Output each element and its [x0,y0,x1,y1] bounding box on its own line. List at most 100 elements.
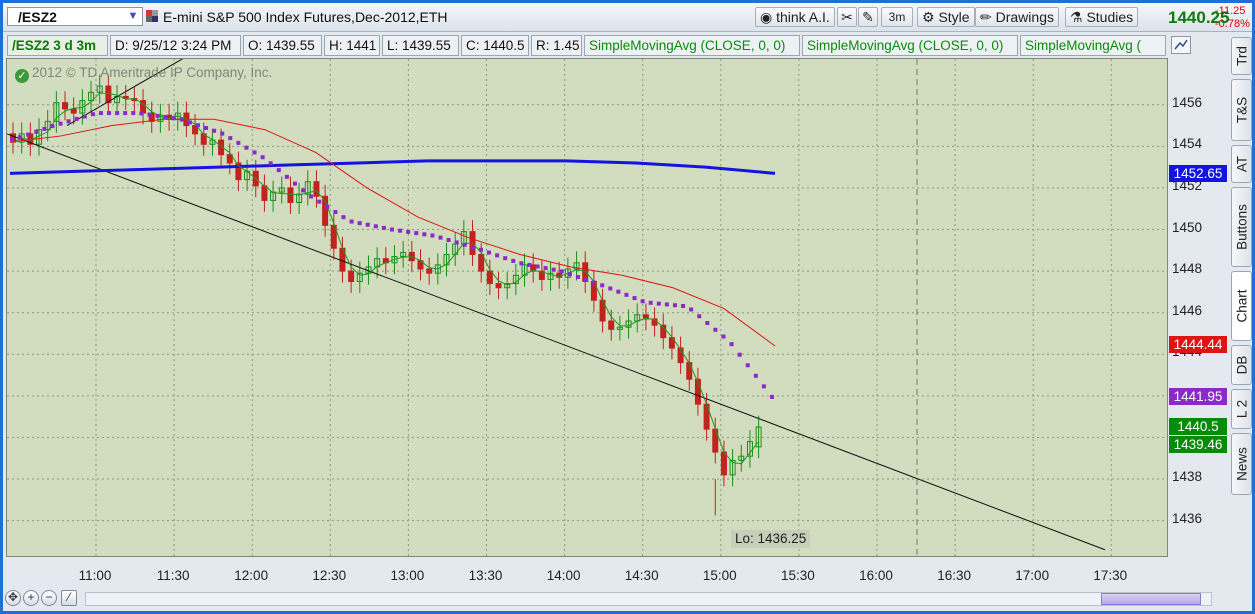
candle-body [608,320,615,330]
side-tab-ts[interactable]: T&S [1231,79,1252,141]
price-tick-label: 1456 [1172,94,1203,110]
sma-purple-dot [34,129,39,134]
side-tab-label: T&S [1234,96,1249,124]
sma-purple-dot [495,253,500,258]
time-tick-label: 15:00 [702,568,737,583]
drawings-label: Drawings [995,9,1054,25]
sma-purple-dot [745,363,750,368]
symbol-selector[interactable]: /ESZ2 ▼ [7,7,143,26]
sma-purple-dot [179,117,184,122]
flag-icon[interactable] [146,10,158,22]
sma-purple-dot [753,373,758,378]
sma-purple-dot [107,111,112,116]
candle-body [313,181,320,197]
chart-settings-icon[interactable] [1171,36,1191,54]
sma-purple-dot [672,303,677,308]
sma-purple-dot [90,112,95,117]
sma-purple-dot [470,245,475,250]
sma-purple-dot [349,219,354,224]
style-button[interactable]: ⚙ Style [917,7,975,27]
sma-red-line [9,118,776,347]
drawing-tool-icon[interactable]: ⁄ [61,590,77,606]
time-axis[interactable]: 11:00 11:30 12:00 12:30 13:00 13:30 14:00 14:30… [6,559,1168,589]
time-tick-label: 13:30 [468,568,503,583]
price-axis[interactable]: 1456145414521450144814461444143814361452… [1168,58,1228,557]
studies-icon: ⚗ [1070,9,1083,25]
chart-canvas[interactable] [6,21,1167,556]
sma-purple-dot [624,292,629,297]
zoom-out-icon[interactable]: − [41,590,57,606]
sma-purple-dot [292,181,297,186]
side-tab-l2[interactable]: L 2 [1231,389,1252,429]
price-tick-label: 1450 [1172,219,1203,235]
horizontal-scrollbar[interactable] [85,592,1212,606]
pencil-icon[interactable]: ✎ [858,7,878,27]
sma-purple-dot [527,262,532,267]
sma-purple-dot [681,304,686,309]
studies-label: Studies [1086,9,1134,25]
sma-purple-dot [761,384,766,389]
time-tick-label: 13:00 [390,568,425,583]
side-tab-news[interactable]: News [1231,433,1252,495]
study-label-sma-2[interactable]: SimpleMovingAvg (CLOSE, 0, 0) [802,35,1018,56]
sma-purple-dot [123,111,128,116]
time-tick-label: 14:30 [624,568,659,583]
time-tick-label: 14:00 [546,568,581,583]
sma-purple-dot [252,150,257,155]
study-label-sma-3[interactable]: SimpleMovingAvg ( [1020,35,1166,56]
side-tab-at[interactable]: AT [1231,145,1252,183]
sma-purple-dot [592,280,597,285]
sma-purple-dot [559,269,564,274]
sma-purple-dot [446,238,451,243]
sma-purple-dot [98,111,103,116]
sma-purple-dot [10,138,14,143]
sma-purple-dot [640,299,645,304]
price-tick-label: 1446 [1172,302,1203,318]
time-tick-label: 12:30 [312,568,347,583]
timeframe-button[interactable]: 3m [881,7,913,27]
side-tab-db[interactable]: DB [1231,345,1252,385]
sma-purple-dot [600,283,605,288]
candle-body [486,270,493,285]
sma-purple-dot [220,131,225,136]
sma-purple-dot [454,240,459,245]
candle-body [261,185,268,201]
candle-body [720,451,727,476]
scrollbar-thumb[interactable] [1101,593,1201,605]
side-tab-chart[interactable]: Chart [1231,271,1252,341]
sma-purple-dot [171,116,176,121]
sma-purple-dot [82,114,87,119]
time-tick-label: 17:30 [1093,568,1128,583]
scissors-icon[interactable]: ✂ [837,7,857,27]
sma-purple-dot [317,199,322,204]
time-tick-label: 16:00 [859,568,893,583]
side-tab-trd[interactable]: Trd [1231,37,1252,75]
pan-icon[interactable]: ✥ [5,590,21,606]
studies-button[interactable]: ⚗ Studies [1065,7,1139,27]
drawings-button[interactable]: ✏ Drawings [975,7,1059,27]
symbol-period[interactable]: /ESZ2 3 d 3m [7,35,108,56]
price-tag: 1444.44 [1169,336,1227,354]
side-tab-buttons[interactable]: Buttons [1231,187,1252,267]
sma-purple-dot [42,126,47,131]
sma-purple-dot [373,224,378,229]
study-label-sma-1[interactable]: SimpleMovingAvg (CLOSE, 0, 0) [584,35,800,56]
sma-purple-dot [74,116,79,121]
candle-body [62,102,69,110]
price-tick-label: 1454 [1172,136,1203,152]
bar-range: R: 1.45 [531,35,582,56]
sma-purple-dot [204,125,209,130]
zoom-in-icon[interactable]: + [23,590,39,606]
time-tick-label: 12:00 [234,568,269,583]
bar-open: O: 1439.55 [243,35,322,56]
trendline-down [6,133,1106,551]
price-chart[interactable] [6,21,1168,557]
style-icon: ⚙ [922,9,935,25]
think-ai-button[interactable]: ◉ think A.I. [755,7,835,27]
sma-purple-dot [543,266,548,271]
net-change: -11.25 [1215,5,1246,17]
sma-purple-dot [697,314,702,319]
sma-purple-dot [50,124,55,129]
chevron-down-icon[interactable]: ▼ [126,10,140,23]
copyright-watermark: ✓ 2012 © TD Ameritrade IP Company, Inc. [15,65,272,83]
